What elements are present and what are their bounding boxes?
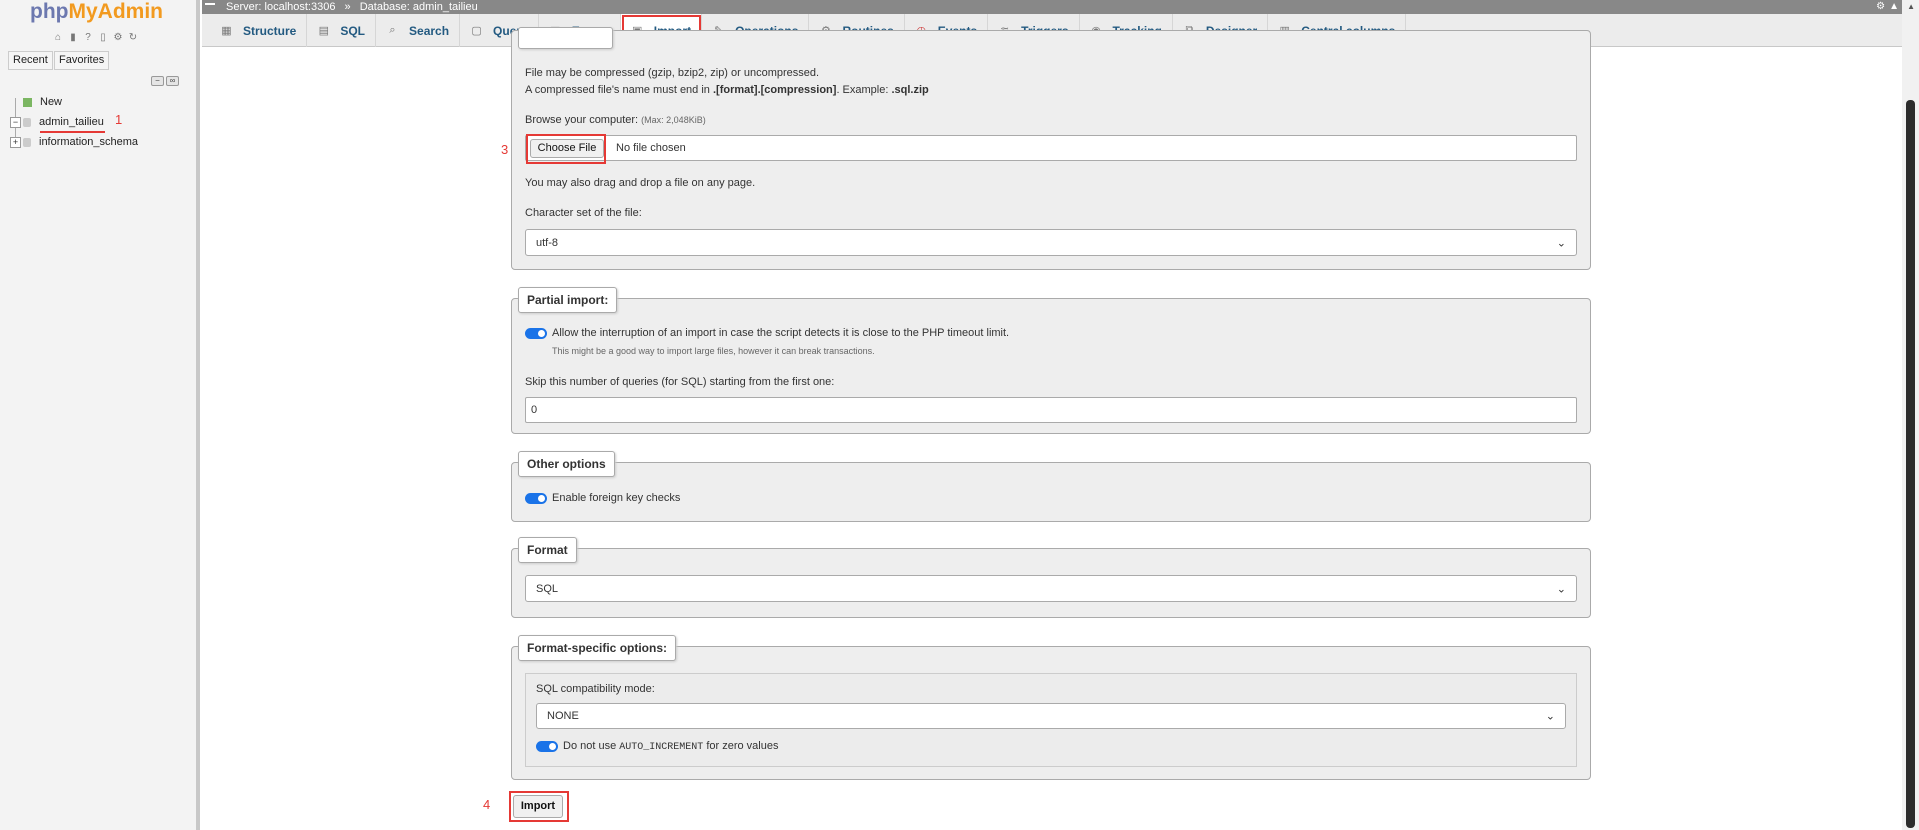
chevron-down-icon: ⌄ (1556, 237, 1566, 249)
other-options-fieldset: Other options Enable foreign key checks (511, 451, 1591, 522)
other-options-legend: Other options (518, 451, 615, 477)
tree-label-new: New (40, 96, 63, 108)
breadcrumb: Server: localhost:3306 » Database: admin… (202, 0, 1902, 14)
annotation-box-choose-file (526, 134, 606, 164)
database-icon (23, 137, 31, 147)
database-link[interactable]: Database: admin_tailieu (360, 1, 478, 13)
skip-queries-input[interactable]: 0 (525, 397, 1577, 423)
scroll-thumb[interactable] (1906, 100, 1915, 828)
navigation-panel: phpMyAdmin ⌂ ▮ ? ▯ ⚙ ↻ Recent Favorites … (0, 0, 200, 830)
collapse-all-icon[interactable]: − (151, 76, 164, 86)
sql-options-box: SQL compatibility mode: NONE ⌄ Do not us… (525, 673, 1577, 767)
logout-icon[interactable]: ▮ (67, 31, 79, 43)
allow-interrupt-label: Allow the interruption of an import in c… (552, 327, 1010, 339)
foreign-key-toggle[interactable] (525, 493, 547, 504)
tree-controls: − ∞ (151, 76, 179, 86)
top-right-icons: ⚙ ▲ (1876, 1, 1899, 12)
breadcrumb-separator: » (344, 1, 351, 13)
no-auto-increment-toggle[interactable] (536, 741, 558, 752)
charset-select[interactable]: utf-8 ⌄ (525, 229, 1577, 256)
tab-sql[interactable]: ▤ SQL (307, 14, 377, 47)
partial-import-fieldset: Partial import: Allow the interruption o… (511, 287, 1591, 434)
search-icon: ⌕ (389, 24, 396, 36)
format-legend: Format (518, 537, 577, 563)
browse-label: Browse your computer: (Max: 2,048KiB) (525, 114, 706, 126)
collapse-icon[interactable]: − (10, 116, 21, 128)
help-icon[interactable]: ? (82, 31, 94, 43)
annotation-1: 1 (115, 112, 123, 127)
no-auto-increment-label: Do not use AUTO_INCREMENT for zero value… (563, 740, 779, 753)
compat-mode-select[interactable]: NONE ⌄ (536, 703, 1566, 729)
expand-icon[interactable]: + (10, 136, 21, 148)
foreign-key-label: Enable foreign key checks (552, 492, 681, 504)
link-icon[interactable]: ∞ (166, 76, 179, 86)
file-to-import-fieldset: File may be compressed (gzip, bzip2, zip… (511, 27, 1591, 270)
tab-search[interactable]: ⌕ Search (376, 14, 461, 47)
tree-label-admin-tailieu: admin_tailieu (39, 116, 104, 128)
tree-item-admin-tailieu[interactable]: − admin_tailieu (10, 114, 104, 130)
drag-drop-note: You may also drag and drop a file on any… (525, 177, 756, 189)
sql-icon: ▤ (318, 25, 330, 37)
scrollbar[interactable]: ▲ (1902, 0, 1919, 830)
compat-mode-label: SQL compatibility mode: (536, 683, 655, 695)
format-specific-legend: Format-specific options: (518, 635, 677, 661)
tree-item-new[interactable]: New (10, 94, 62, 110)
annotation-3: 3 (501, 142, 509, 157)
skip-queries-label: Skip this number of queries (for SQL) st… (525, 376, 835, 388)
allow-interrupt-note: This might be a good way to import large… (552, 346, 875, 356)
annotation-box-import (509, 791, 569, 822)
format-fieldset: Format SQL ⌄ (511, 537, 1591, 618)
docs-icon[interactable]: ▯ (97, 31, 109, 43)
chevron-down-icon: ⌄ (1556, 583, 1566, 595)
minimize-icon[interactable] (205, 3, 215, 5)
server-link[interactable]: Server: localhost:3306 (226, 1, 335, 13)
tree-item-information-schema[interactable]: + information_schema (10, 134, 138, 150)
file-input[interactable]: Choose File No file chosen (525, 135, 1577, 161)
charset-label: Character set of the file: (525, 207, 642, 219)
home-icon[interactable]: ⌂ (52, 31, 64, 43)
tree-label-information-schema: information_schema (39, 136, 139, 148)
annotation-4: 4 (483, 797, 491, 812)
format-specific-fieldset: Format-specific options: SQL compatibili… (511, 635, 1591, 780)
format-select[interactable]: SQL ⌄ (525, 575, 1577, 602)
partial-import-legend: Partial import: (518, 287, 618, 313)
structure-icon: ▦ (221, 25, 232, 37)
compression-example: A compressed file's name must end in .[f… (525, 84, 929, 96)
database-icon (23, 117, 31, 127)
scroll-up-icon[interactable]: ▲ (1907, 2, 1915, 11)
maximize-icon[interactable]: ▲ (1889, 1, 1899, 12)
new-db-icon (23, 97, 32, 107)
reload-icon[interactable]: ↻ (127, 31, 139, 43)
allow-interrupt-toggle[interactable] (525, 328, 547, 339)
gear-icon[interactable]: ⚙ (1876, 1, 1885, 12)
recent-tab[interactable]: Recent (8, 51, 53, 70)
annotation-underline (40, 131, 105, 133)
nav-icon-row: ⌂ ▮ ? ▯ ⚙ ↻ (52, 31, 139, 43)
chevron-down-icon: ⌄ (1545, 710, 1555, 723)
phpmyadmin-logo[interactable]: phpMyAdmin (30, 0, 163, 24)
settings-icon[interactable]: ⚙ (112, 31, 124, 43)
tab-structure[interactable]: ▦ Structure (210, 14, 308, 47)
query-icon: ▢ (471, 25, 482, 37)
no-file-chosen-text: No file chosen (616, 142, 686, 154)
file-legend-partial (518, 27, 613, 49)
favorites-tab[interactable]: Favorites (54, 51, 110, 70)
compression-note: File may be compressed (gzip, bzip2, zip… (525, 67, 820, 79)
